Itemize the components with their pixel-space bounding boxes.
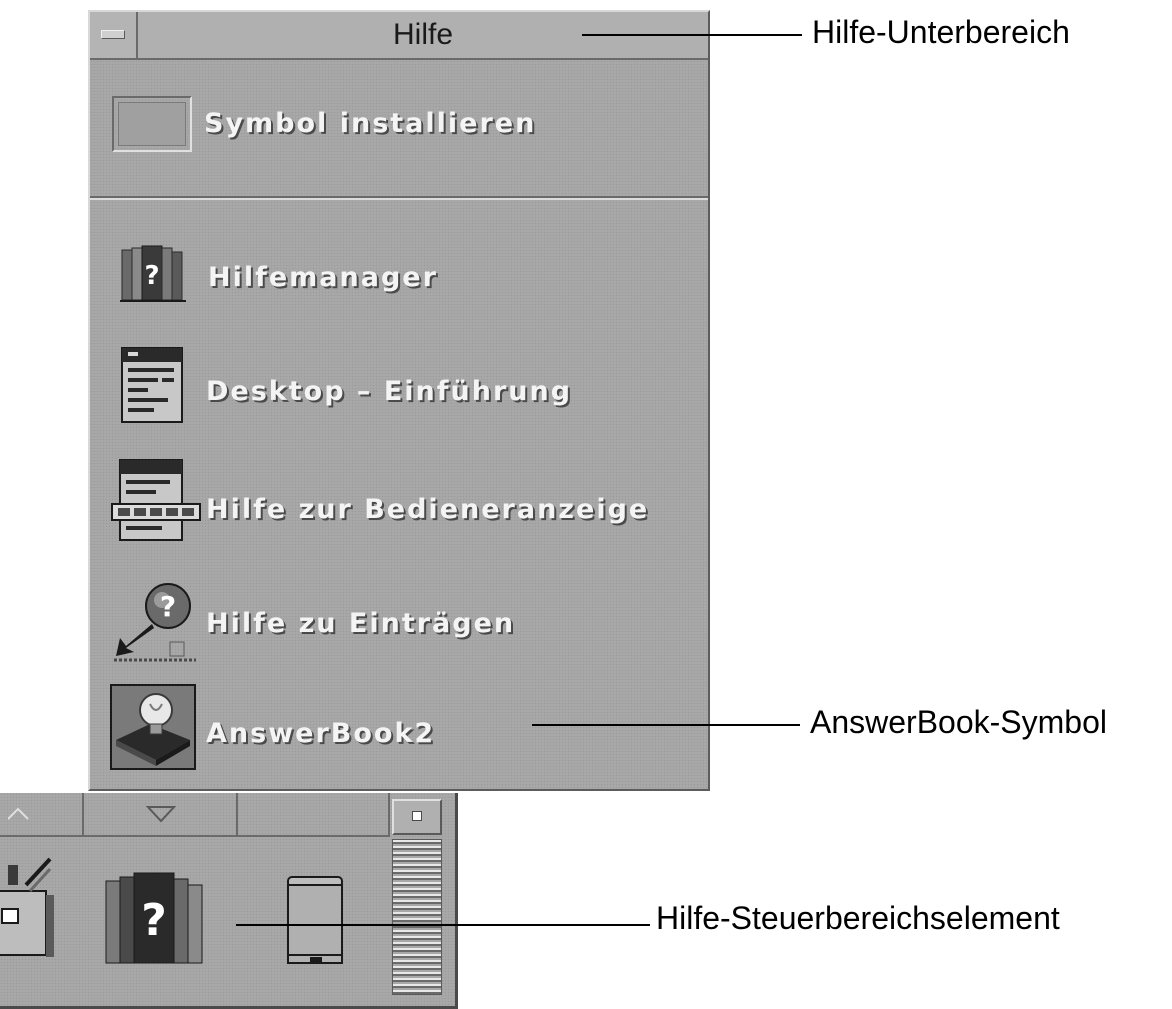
on-item-help-icon: ? [114, 583, 196, 662]
subpanel-arrow-left[interactable] [0, 793, 84, 835]
desktop-intro-icon [121, 347, 183, 423]
subpanel-item-label: Desktop – Einführung [206, 376, 573, 407]
help-subpanel-arrow[interactable] [84, 793, 238, 835]
subpanel-item-label: Hilfemanager [208, 262, 438, 293]
callout-control-label: Hilfe-Steuerbereichselement [656, 900, 1060, 936]
triangle-down-icon [146, 806, 176, 823]
svg-text:?: ? [160, 590, 176, 623]
install-drop-target-icon [112, 96, 192, 152]
front-panel-drag-handle[interactable] [392, 839, 442, 995]
minimize-icon [412, 811, 422, 821]
subpanel-item-label: Hilfe zur Bedieneranzeige [206, 494, 650, 525]
window-menu-icon [101, 30, 125, 39]
install-icon-drop-zone[interactable]: Symbol installieren [90, 60, 708, 196]
subpanel-arrow-row [0, 793, 390, 837]
front-panel-fragment: ? [0, 793, 458, 1009]
help-subpanel: Hilfe Symbol installieren ? Hilfemanager [88, 10, 710, 791]
install-icon-label: Symbol installieren [204, 108, 537, 139]
trash-can-icon[interactable] [282, 875, 348, 967]
callout-line-answerbook [532, 724, 800, 726]
partial-mail-icon [0, 857, 54, 957]
subpanel-titlebar: Hilfe [90, 12, 708, 60]
front-panel-help-icon [111, 459, 201, 541]
subpanel-item-desktop-intro[interactable]: Desktop – Einführung [90, 342, 708, 442]
help-books-icon: ? [120, 245, 186, 302]
callout-line-control [236, 924, 650, 926]
subpanel-item-label: Hilfe zu Einträgen [206, 608, 516, 639]
subpanel-item-label: AnswerBook2 [206, 718, 436, 749]
svg-text:?: ? [144, 261, 159, 291]
answerbook-icon [110, 684, 196, 770]
help-control-icon[interactable]: ? [104, 871, 212, 967]
subpanel-item-front-panel-help[interactable]: Hilfe zur Bedieneranzeige [90, 454, 708, 554]
callout-line-subpanel [582, 34, 802, 36]
front-panel-minimize-button[interactable] [392, 799, 442, 835]
subpanel-separator [90, 196, 708, 200]
subpanel-arrow-right[interactable] [238, 793, 390, 835]
window-menu-button[interactable] [90, 12, 138, 58]
subpanel-item-on-item-help[interactable]: ? Hilfe zu Einträgen [90, 572, 708, 672]
callout-subpanel-label: Hilfe-Unterbereich [812, 14, 1070, 50]
subpanel-item-answerbook[interactable]: AnswerBook2 [90, 680, 708, 780]
subpanel-item-help-manager[interactable]: ? Hilfemanager [90, 232, 708, 332]
triangle-up-icon [8, 807, 29, 820]
svg-text:?: ? [141, 895, 167, 946]
callout-answerbook-label: AnswerBook-Symbol [810, 704, 1107, 740]
